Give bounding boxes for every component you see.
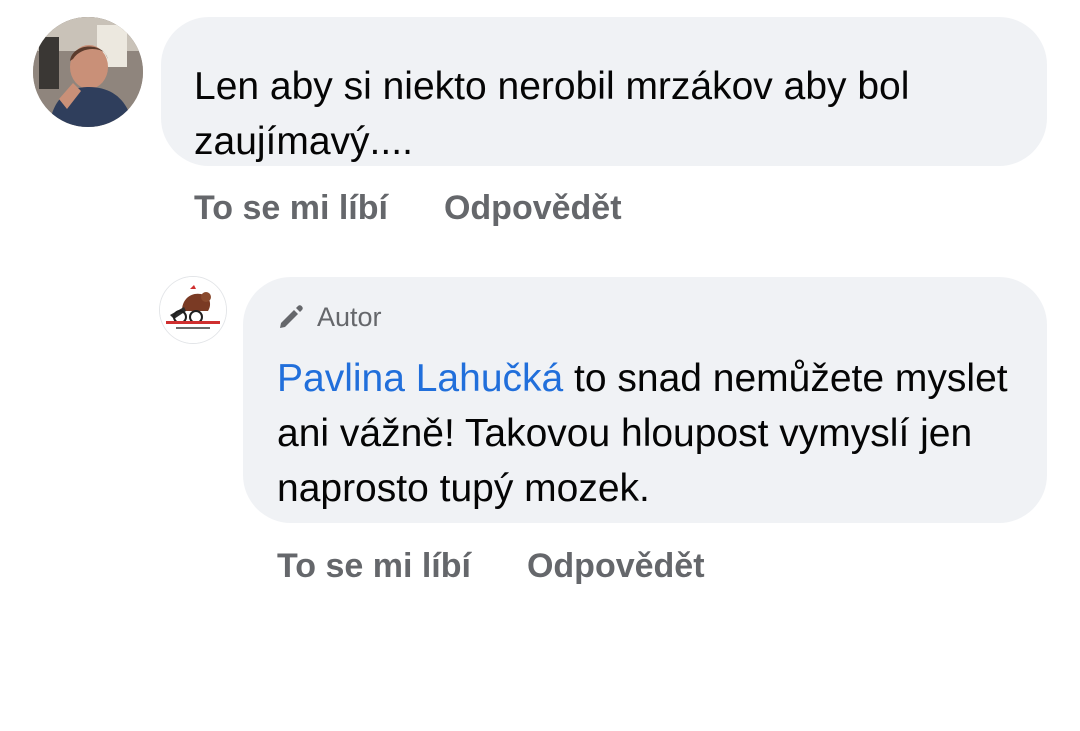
comment-bubble: Len aby si niekto nerobil mrzákov aby bo… bbox=[161, 17, 1047, 166]
commenter-avatar[interactable] bbox=[33, 17, 143, 127]
author-avatar[interactable] bbox=[160, 277, 226, 343]
reply-actions: To se mi líbí Odpovědět bbox=[277, 546, 705, 586]
comment-text: Len aby si niekto nerobil mrzákov aby bo… bbox=[194, 65, 910, 163]
like-button[interactable]: To se mi líbí bbox=[277, 546, 471, 586]
user-photo-avatar-icon bbox=[33, 17, 143, 127]
reply-bubble: Autor Pavlina Lahučká to snad nemůžete m… bbox=[243, 277, 1047, 523]
comment-actions: To se mi líbí Odpovědět bbox=[194, 188, 622, 228]
reply-text: Pavlina Lahučká to snad nemůžete myslet … bbox=[277, 351, 1017, 516]
mention-link[interactable]: Pavlina Lahučká bbox=[277, 357, 563, 400]
pencil-icon bbox=[280, 305, 303, 328]
reply-button[interactable]: Odpovědět bbox=[527, 546, 705, 586]
like-button[interactable]: To se mi líbí bbox=[194, 188, 388, 228]
reply-button[interactable]: Odpovědět bbox=[444, 188, 622, 228]
author-badge: Autor bbox=[277, 299, 1017, 335]
author-badge-label: Autor bbox=[317, 302, 382, 332]
page-logo-avatar-icon bbox=[160, 277, 226, 343]
